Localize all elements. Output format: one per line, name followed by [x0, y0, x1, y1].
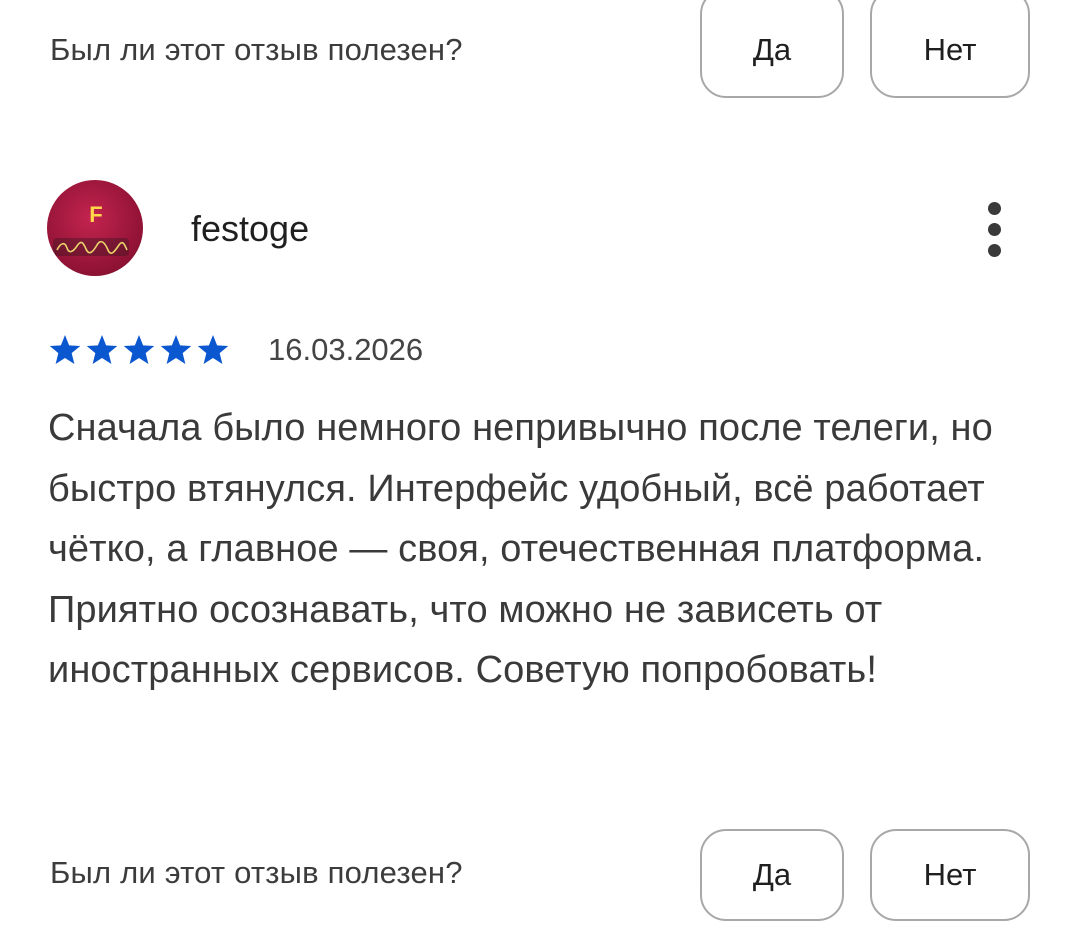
- review-date: 16.03.2026: [268, 332, 424, 367]
- dot: [988, 223, 1001, 236]
- rating-row: 16.03.2026: [48, 330, 648, 370]
- helpful-prompt-top: Был ли этот отзыв полезен? Да Нет: [0, 0, 1079, 100]
- helpful-question: Был ли этот отзыв полезен?: [50, 855, 463, 890]
- yes-button[interactable]: Да: [700, 0, 844, 98]
- star-rating: [49, 335, 229, 364]
- avatar: F: [47, 180, 143, 276]
- helpful-prompt-bottom: Был ли этот отзыв полезен? Да Нет: [0, 823, 1079, 923]
- yes-button[interactable]: Да: [700, 829, 844, 921]
- dot: [988, 244, 1001, 257]
- avatar-logo-script: [53, 238, 129, 256]
- more-options-icon[interactable]: [978, 198, 1012, 260]
- author-name: festoge: [191, 208, 310, 249]
- star-icon: [160, 335, 192, 364]
- review-page: Был ли этот отзыв полезен? Да Нет F fest…: [0, 0, 1079, 945]
- dot: [988, 202, 1001, 215]
- star-icon: [123, 335, 155, 364]
- star-icon: [86, 335, 118, 364]
- star-icon: [49, 335, 81, 364]
- avatar-letter: F: [89, 202, 103, 227]
- no-button[interactable]: Нет: [870, 829, 1030, 921]
- helpful-question: Был ли этот отзыв полезен?: [50, 32, 463, 67]
- review-text: Сначала было немного непривычно после те…: [48, 407, 993, 691]
- no-button[interactable]: Нет: [870, 0, 1030, 98]
- star-icon: [197, 335, 229, 364]
- review-header: F festoge: [0, 178, 1079, 278]
